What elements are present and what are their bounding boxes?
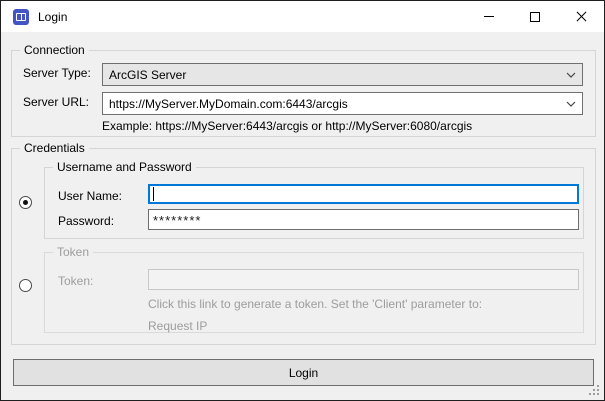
username-label: User Name:	[58, 189, 122, 203]
token-input	[148, 269, 579, 290]
server-type-label: Server Type:	[23, 66, 91, 80]
password-input[interactable]	[148, 209, 579, 230]
login-dialog: Login Connection Server Type: ArcGIS Ser…	[0, 0, 605, 401]
credentials-group-label: Credentials	[20, 141, 89, 156]
close-icon	[576, 12, 586, 22]
resize-grip-icon[interactable]	[589, 385, 600, 396]
token-group: Token Token: Click this link to generate…	[44, 252, 584, 333]
chevron-down-icon[interactable]	[560, 101, 582, 107]
token-help-text: Click this link to generate a token. Set…	[148, 297, 482, 311]
chevron-down-icon	[560, 72, 582, 78]
server-type-value: ArcGIS Server	[103, 68, 560, 82]
resize-grip-dots	[589, 393, 591, 395]
maximize-icon	[530, 12, 540, 22]
text-caret	[153, 187, 154, 201]
window-title: Login	[38, 10, 67, 24]
titlebar[interactable]: Login	[1, 1, 604, 32]
token-label: Token:	[58, 274, 93, 288]
username-password-group-label: Username and Password	[53, 160, 196, 175]
close-button[interactable]	[558, 1, 604, 32]
username-input[interactable]	[148, 184, 579, 204]
server-url-example-text: Example: https://MyServer:6443/arcgis or…	[102, 119, 472, 133]
token-client-value: Request IP	[148, 319, 207, 333]
app-icon-divider	[21, 13, 22, 21]
minimize-button[interactable]	[466, 1, 512, 32]
maximize-button[interactable]	[512, 1, 558, 32]
token-radio[interactable]	[19, 279, 32, 292]
username-password-group: Username and Password User Name: Passwor…	[44, 167, 584, 239]
login-button[interactable]: Login	[13, 359, 594, 386]
password-label: Password:	[58, 214, 114, 228]
server-url-label: Server URL:	[23, 95, 89, 109]
server-url-input[interactable]	[103, 97, 560, 111]
app-icon	[13, 9, 29, 25]
credentials-group: Credentials Username and Password User N…	[11, 148, 596, 345]
server-url-combobox[interactable]	[102, 92, 583, 115]
server-type-dropdown[interactable]: ArcGIS Server	[102, 63, 583, 86]
connection-group-label: Connection	[20, 43, 89, 58]
connection-group: Connection Server Type: ArcGIS Server Se…	[11, 50, 596, 137]
username-password-radio[interactable]	[19, 196, 32, 209]
token-group-label: Token	[53, 245, 93, 260]
minimize-icon	[484, 16, 494, 17]
